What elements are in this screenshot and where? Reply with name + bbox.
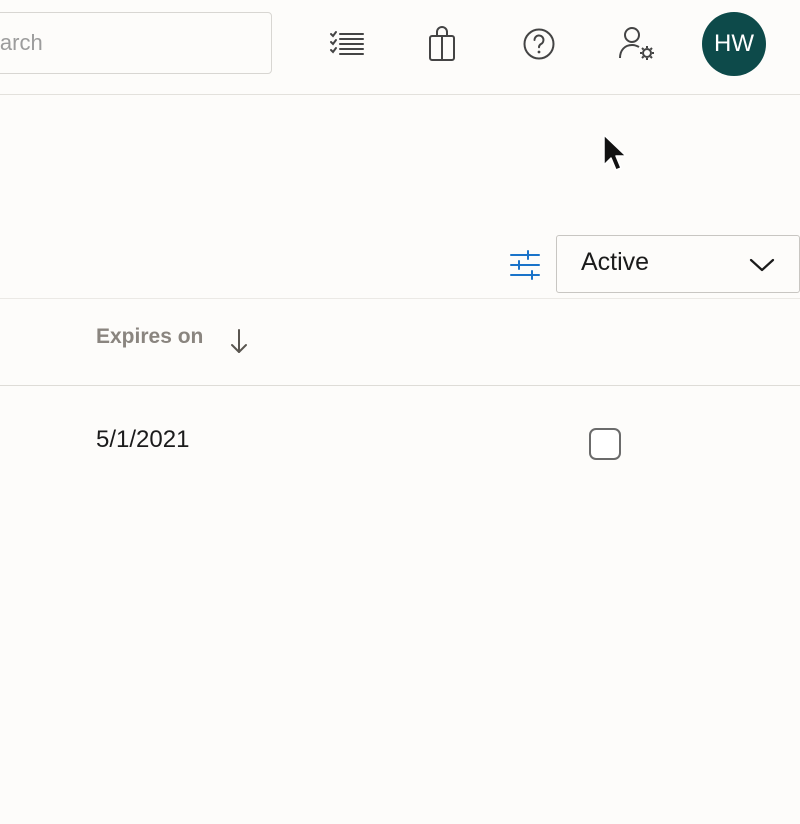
help-icon[interactable] — [517, 22, 561, 66]
shopping-bag-icon[interactable] — [420, 22, 464, 66]
sort-descending-arrow-icon[interactable] — [228, 326, 250, 356]
user-settings-icon[interactable] — [615, 22, 659, 66]
avatar-initials: HW — [714, 30, 754, 57]
status-dropdown-value: Active — [581, 248, 650, 276]
chevron-down-icon — [749, 258, 775, 272]
mouse-cursor-icon — [603, 134, 627, 171]
search-box[interactable] — [0, 12, 272, 74]
status-filter-dropdown[interactable]: Active — [556, 235, 800, 293]
task-list-icon[interactable] — [325, 22, 369, 66]
row-select-checkbox[interactable] — [589, 428, 621, 460]
user-avatar[interactable]: HW — [702, 12, 766, 76]
top-navigation-bar: HW — [0, 0, 800, 95]
column-header-expires-on[interactable]: Expires on — [96, 325, 203, 349]
filter-sliders-icon[interactable] — [508, 248, 542, 282]
table-header-divider — [0, 385, 800, 386]
toolbar-divider — [0, 298, 800, 299]
search-input[interactable] — [0, 13, 271, 73]
cell-expires-on: 5/1/2021 — [96, 426, 190, 453]
